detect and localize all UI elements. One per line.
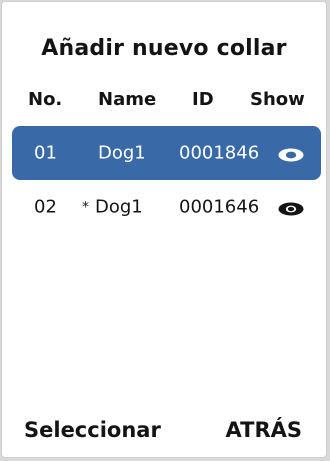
eye-filled-icon[interactable] (278, 200, 304, 216)
table-row[interactable]: 02 * Dog1 0001646 (12, 180, 321, 234)
select-button[interactable]: Seleccionar (24, 418, 161, 442)
row-id: 0001846 (179, 142, 260, 164)
dog-name: Dog1 (95, 196, 143, 218)
device-screen: Añadir nuevo collar No. Name ID Show 01 … (1, 1, 327, 458)
row-id: 0001646 (179, 196, 260, 218)
page-title: Añadir nuevo collar (41, 36, 287, 61)
row-number: 01 (34, 142, 57, 164)
column-header-id: ID (192, 89, 214, 110)
eye-open-icon[interactable] (278, 146, 304, 162)
row-name: * Dog1 (82, 197, 143, 218)
column-header-no: No. (28, 89, 63, 110)
row-number: 02 (34, 196, 57, 218)
asterisk-marker: * (82, 199, 89, 216)
back-button[interactable]: ATRÁS (226, 418, 303, 442)
dog-name: Dog1 (98, 142, 146, 164)
table-row[interactable]: 01 Dog1 0001846 (12, 126, 321, 180)
column-header-show: Show (250, 89, 305, 110)
column-header-name: Name (98, 89, 157, 110)
row-name: Dog1 (98, 143, 146, 164)
